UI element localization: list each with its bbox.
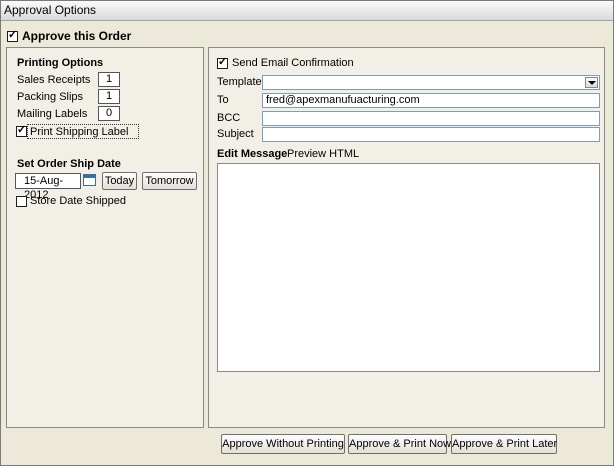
tab-preview-html[interactable]: Preview HTML bbox=[287, 148, 359, 160]
right-panel: Send Email Confirmation Template To fred… bbox=[208, 47, 605, 428]
approve-order-label: Approve this Order bbox=[22, 29, 132, 43]
bcc-label: BCC bbox=[217, 112, 241, 124]
to-input[interactable]: fred@apexmanufuacturing.com bbox=[262, 93, 600, 108]
packing-slips-label: Packing Slips bbox=[17, 91, 84, 103]
tomorrow-button[interactable]: Tomorrow bbox=[142, 172, 197, 190]
sales-receipts-count[interactable]: 1 bbox=[98, 72, 120, 87]
ship-date-input[interactable]: 15-Aug-2012 bbox=[15, 173, 81, 201]
message-editor[interactable] bbox=[217, 163, 600, 372]
print-shipping-label-text: Print Shipping Label bbox=[30, 126, 129, 138]
to-label: To bbox=[217, 94, 229, 106]
approve-without-printing-button[interactable]: Approve Without Printing bbox=[221, 434, 345, 454]
store-date-shipped-label: Store Date Shipped bbox=[30, 195, 127, 207]
bcc-input[interactable] bbox=[262, 111, 600, 126]
template-select[interactable] bbox=[262, 75, 600, 90]
ship-date-heading: Set Order Ship Date bbox=[17, 158, 121, 170]
mailing-labels-label: Mailing Labels bbox=[17, 108, 88, 120]
subject-label: Subject bbox=[217, 128, 254, 140]
left-panel: Printing Options Sales Receipts 1 Packin… bbox=[6, 47, 204, 428]
title-bar: Approval Options bbox=[1, 1, 613, 21]
approval-options-window: Approval Options Approve this Order Prin… bbox=[0, 0, 614, 466]
approve-print-later-button[interactable]: Approve & Print Later bbox=[451, 434, 557, 454]
approve-order-checkbox[interactable] bbox=[7, 29, 18, 42]
store-date-shipped-checkbox[interactable] bbox=[16, 196, 27, 207]
tab-edit-message[interactable]: Edit Message bbox=[217, 148, 287, 160]
printing-options-heading: Printing Options bbox=[17, 57, 104, 69]
mailing-labels-count[interactable]: 0 bbox=[98, 106, 120, 121]
template-label: Template bbox=[217, 76, 262, 88]
approve-print-now-button[interactable]: Approve & Print Now bbox=[348, 434, 451, 454]
calendar-icon[interactable] bbox=[83, 174, 96, 186]
send-email-label: Send Email Confirmation bbox=[232, 57, 354, 69]
send-email-checkbox[interactable] bbox=[217, 56, 228, 69]
today-button[interactable]: Today bbox=[102, 172, 137, 190]
print-shipping-label-checkbox[interactable] bbox=[16, 124, 27, 137]
window-title: Approval Options bbox=[4, 3, 97, 17]
subject-input[interactable] bbox=[262, 127, 600, 142]
packing-slips-count[interactable]: 1 bbox=[98, 89, 120, 104]
sales-receipts-label: Sales Receipts bbox=[17, 74, 91, 86]
chevron-down-icon[interactable] bbox=[585, 77, 598, 88]
